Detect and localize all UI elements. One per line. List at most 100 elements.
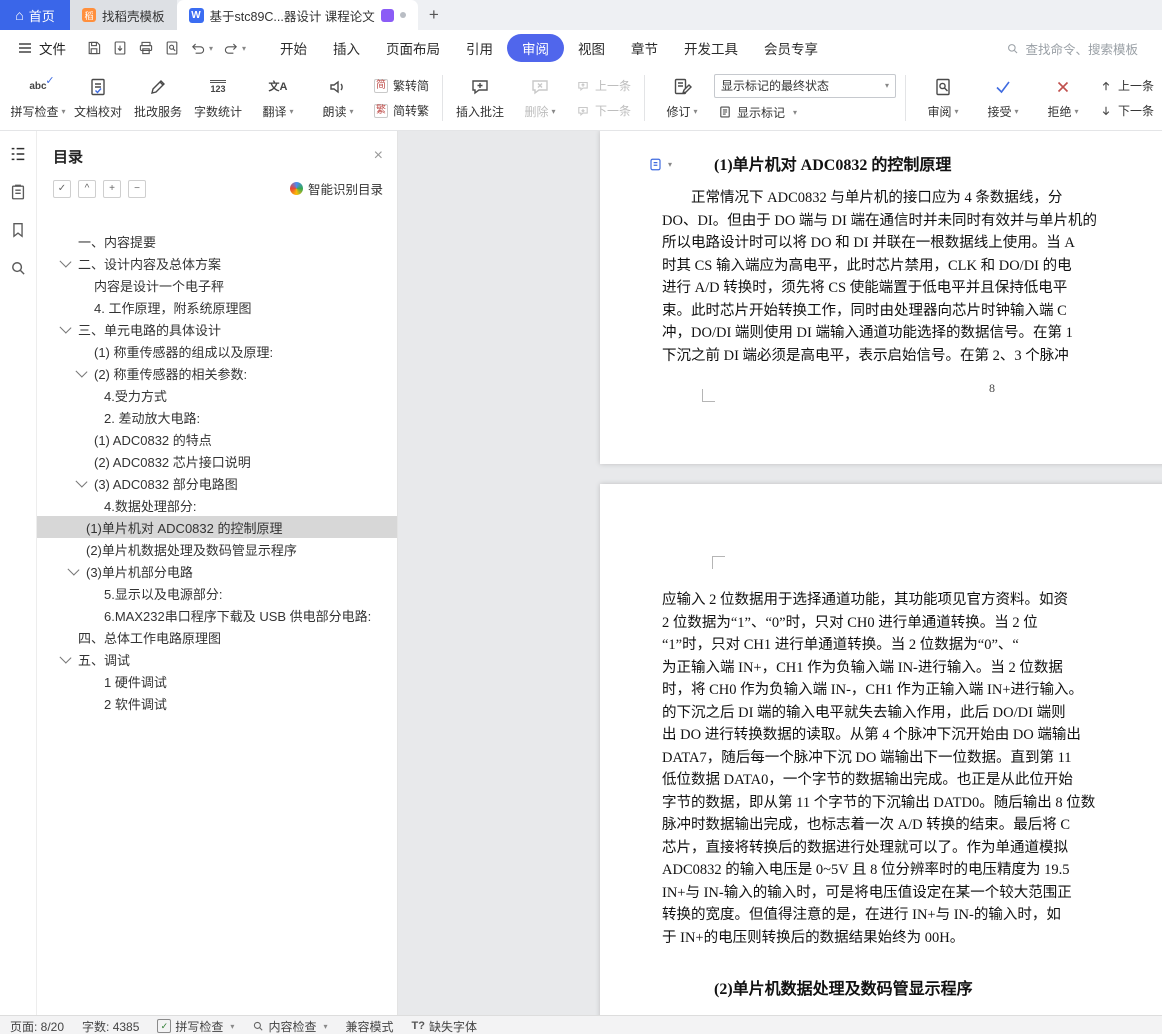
close-icon[interactable]: ×: [374, 148, 383, 164]
toc-item[interactable]: (1) ADC0832 的特点: [37, 428, 397, 450]
read-aloud-button[interactable]: 朗读 ▾: [308, 69, 368, 127]
chevron-down-icon[interactable]: [75, 365, 88, 378]
chevron-down-icon[interactable]: [59, 321, 72, 334]
chevron-down-icon[interactable]: [59, 255, 72, 268]
home-tab[interactable]: ⌂ 首页: [0, 0, 70, 30]
tab-member[interactable]: 会员专享: [752, 34, 830, 62]
ribbon-tabs: 开始 插入 页面布局 引用 审阅 视图 章节 开发工具 会员专享: [268, 34, 830, 62]
document-page-8[interactable]: ▾ (1)单片机对 ADC0832 的控制原理 正常情况下 ADC0832 与单…: [600, 131, 1162, 464]
tab-view[interactable]: 视图: [566, 34, 617, 62]
toc-item-label: (1) 称重传感器的组成以及原理:: [94, 344, 274, 360]
toc-check-button[interactable]: ✓: [53, 179, 71, 198]
compat-mode-indicator[interactable]: 兼容模式: [345, 1018, 393, 1034]
new-tab-button[interactable]: +: [418, 0, 450, 30]
toc-item[interactable]: 4.受力方式: [37, 384, 397, 406]
toc-item[interactable]: 2. 差动放大电路:: [37, 406, 397, 428]
reject-button[interactable]: 拒绝 ▾: [1033, 69, 1093, 127]
tab-review[interactable]: 审阅: [507, 34, 565, 62]
toc-item[interactable]: 二、设计内容及总体方案: [37, 252, 397, 274]
simp-to-trad-button[interactable]: 繁 简转繁: [370, 100, 433, 121]
toc-item[interactable]: (1)单片机对 ADC0832 的控制原理: [37, 516, 397, 538]
next-comment-button[interactable]: 下一条: [572, 100, 635, 121]
text-line: 所以电路设计时可以将 DO 和 DI 并联在一根数据线上使用。当 A: [662, 235, 1075, 251]
page-quick-tool[interactable]: ▾: [648, 157, 672, 172]
translate-button[interactable]: 文A 翻译 ▾: [248, 69, 308, 127]
tab-references[interactable]: 引用: [454, 34, 505, 62]
word-count-button[interactable]: 123 字数统计: [188, 69, 248, 127]
toc-item[interactable]: 一、内容提要: [37, 230, 397, 252]
toc-item[interactable]: 内容是设计一个电子秤: [37, 274, 397, 296]
undo-icon[interactable]: ▾: [186, 36, 217, 60]
bookmark-icon[interactable]: [9, 221, 27, 239]
toc-item[interactable]: 2 软件调试: [37, 692, 397, 714]
toc-item[interactable]: 五、调试: [37, 648, 397, 670]
prev-comment-button[interactable]: 上一条: [572, 75, 635, 96]
chevron-down-icon: ▾: [668, 160, 673, 169]
file-menu-button[interactable]: 文件: [10, 38, 74, 58]
toc-item[interactable]: 4. 工作原理，附系统原理图: [37, 296, 397, 318]
grading-service-button[interactable]: 批改服务: [128, 69, 188, 127]
spell-check-button[interactable]: abc ✓ 拼写检查 ▾: [8, 69, 68, 127]
toc-item[interactable]: (2)单片机数据处理及数码管显示程序: [37, 538, 397, 560]
purple-plugin-icon[interactable]: [380, 8, 394, 22]
track-changes-button[interactable]: 修订 ▾: [652, 69, 712, 127]
chevron-down-icon[interactable]: [67, 563, 80, 576]
text-line: DATA7，随后每一个脉冲下沉 DO 端输出下一位数据。直到第 11: [662, 749, 1072, 766]
toc-item[interactable]: (3) ADC0832 部分电路图: [37, 472, 397, 494]
toc-item-label: (2) ADC0832 芯片接口说明: [94, 454, 251, 470]
export-icon[interactable]: [108, 36, 132, 60]
tab-dev-tools[interactable]: 开发工具: [672, 34, 750, 62]
insert-comment-button[interactable]: 插入批注: [450, 69, 510, 127]
toc-item[interactable]: 6.MAX232串口程序下载及 USB 供电部分电路:: [37, 604, 397, 626]
chevron-down-icon[interactable]: [59, 651, 72, 664]
document-tab[interactable]: W 基于stc89C...器设计 课程论文: [176, 0, 418, 30]
tab-insert[interactable]: 插入: [321, 34, 372, 62]
spell-check-status[interactable]: ✓ 拼写检查 ▾: [157, 1018, 234, 1034]
next-change-button[interactable]: 下一条: [1095, 100, 1158, 121]
redo-icon[interactable]: ▾: [219, 36, 250, 60]
command-search-box[interactable]: 查找命令、搜索模板: [1006, 39, 1152, 58]
toc-collapse-all-button[interactable]: −: [128, 179, 146, 198]
toc-item[interactable]: 4.数据处理部分:: [37, 494, 397, 516]
review-button[interactable]: 审阅 ▾: [913, 69, 973, 127]
show-markup-button[interactable]: 显示标记 ▾: [714, 102, 896, 123]
print-icon[interactable]: [134, 36, 158, 60]
toc-item[interactable]: (2) 称重传感器的相关参数:: [37, 362, 397, 384]
smart-toc-icon: [289, 182, 303, 195]
trad-to-simp-button[interactable]: 简 繁转简: [370, 75, 433, 96]
next-change-icon: [1102, 106, 1110, 115]
toc-expand-all-button[interactable]: +: [103, 179, 121, 198]
text-line: 2 位数据为“1”、“0”时，只对 CH0 进行单通道转换。当 2 位: [662, 614, 1038, 631]
toc-item[interactable]: 三、单元电路的具体设计: [37, 318, 397, 340]
toc-item-label: (1) ADC0832 的特点: [94, 432, 212, 448]
tab-section[interactable]: 章节: [619, 34, 670, 62]
missing-font-indicator[interactable]: T? 缺失字体: [411, 1018, 476, 1034]
save-icon[interactable]: [82, 36, 106, 60]
search-pane-icon[interactable]: [9, 259, 27, 277]
markup-state-select[interactable]: 显示标记的最终状态 ▾: [714, 73, 897, 98]
template-tab[interactable]: 稻 找稻壳模板: [70, 0, 177, 30]
toc-item[interactable]: (1) 称重传感器的组成以及原理:: [37, 340, 397, 362]
document-page-9[interactable]: 应输入 2 位数据用于选择通道功能，其功能项见官方资料。如资 2 位数据为“1”、…: [600, 484, 1162, 1015]
accept-button[interactable]: 接受 ▾: [973, 69, 1033, 127]
print-preview-icon[interactable]: [160, 36, 184, 60]
change-nav-group: 上一条 下一条: [1095, 75, 1158, 121]
smart-recognize-button[interactable]: 智能识别目录: [289, 179, 383, 198]
toc-item[interactable]: 1 硬件调试: [37, 670, 397, 692]
toc-item[interactable]: (3)单片机部分电路: [37, 560, 397, 582]
doc-proofread-button[interactable]: 文档校对: [68, 69, 128, 127]
tab-page-layout[interactable]: 页面布局: [374, 34, 452, 62]
delete-comment-button[interactable]: 删除 ▾: [510, 69, 570, 127]
chevron-down-icon[interactable]: [75, 475, 88, 488]
tab-start[interactable]: 开始: [268, 34, 319, 62]
text-line: 于 IN+的电压则转换后的数据结果始终为 00H。: [662, 929, 965, 946]
prev-change-button[interactable]: 上一条: [1095, 75, 1158, 96]
toc-collapse-button[interactable]: ^: [78, 179, 96, 198]
document-canvas[interactable]: ▾ (1)单片机对 ADC0832 的控制原理 正常情况下 ADC0832 与单…: [398, 131, 1162, 1015]
clipboard-icon[interactable]: [9, 183, 27, 201]
toc-item[interactable]: 四、总体工作电路原理图: [37, 626, 397, 648]
toc-item[interactable]: 5.显示以及电源部分:: [37, 582, 397, 604]
content-check-status[interactable]: 内容检查 ▾: [252, 1018, 327, 1034]
outline-pane-icon[interactable]: [9, 145, 27, 163]
toc-item[interactable]: (2) ADC0832 芯片接口说明: [37, 450, 397, 472]
